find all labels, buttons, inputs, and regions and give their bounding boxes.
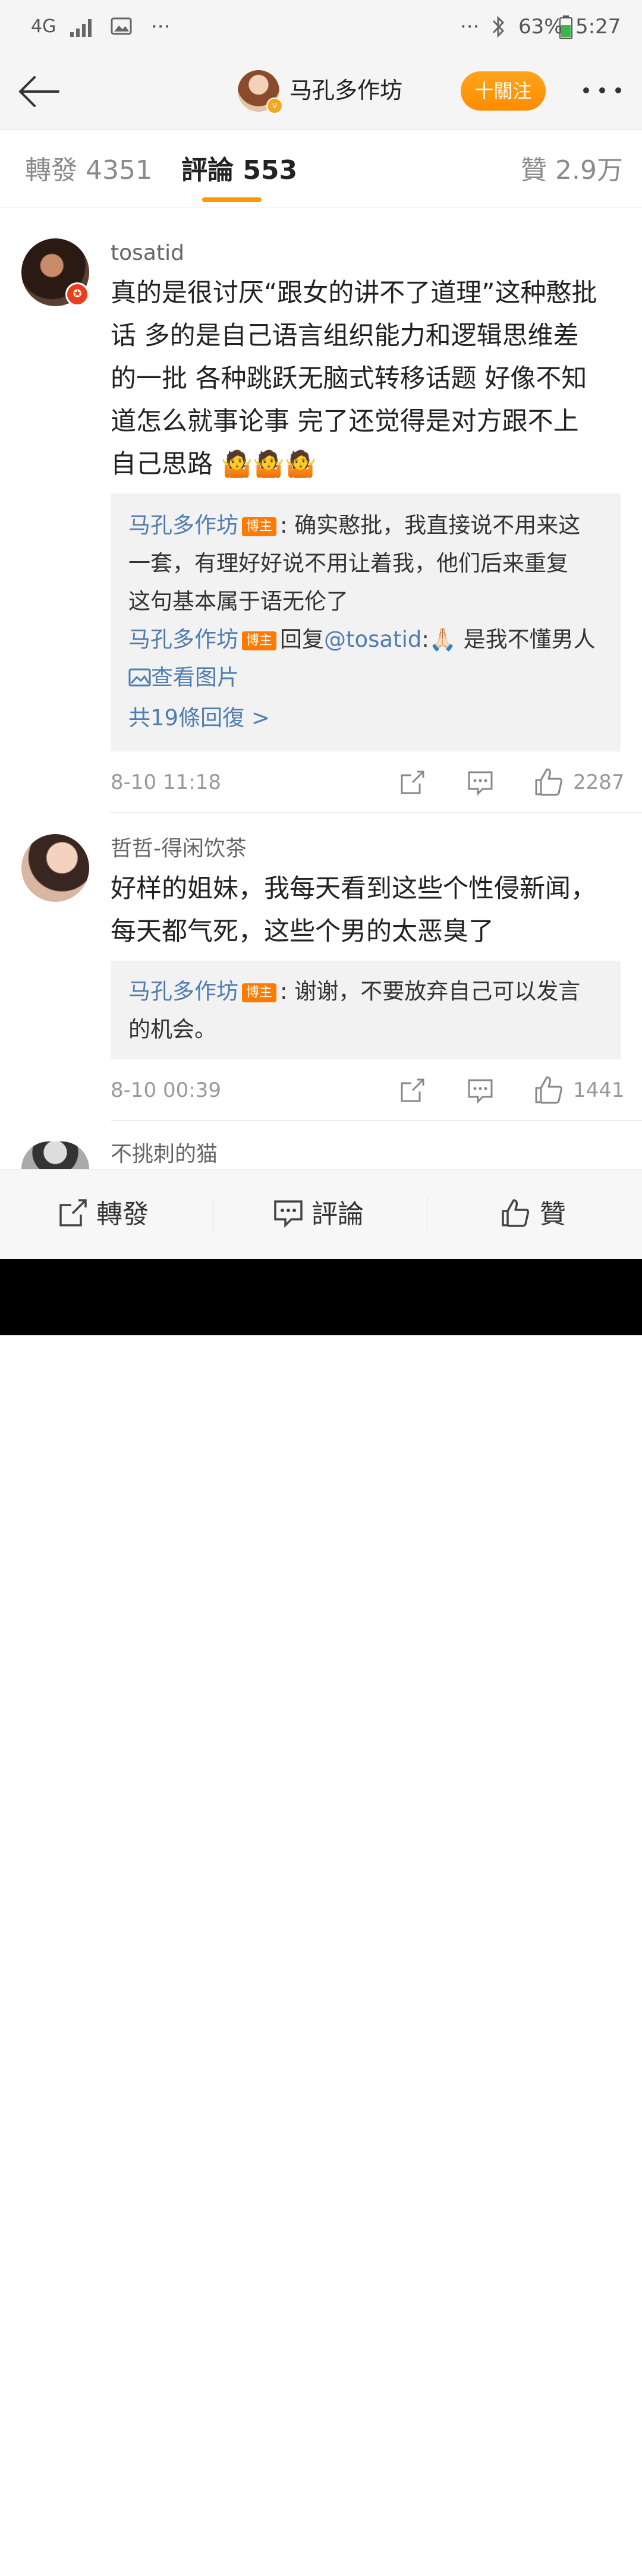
thumbs-up-icon[interactable] <box>534 767 564 797</box>
more-options-icon[interactable] <box>581 86 623 95</box>
blogger-badge: 博主 <box>242 631 277 650</box>
reply-author[interactable]: 马孔多作坊 <box>128 627 238 652</box>
comment-icon <box>274 1200 303 1228</box>
like-count: 2287 <box>573 770 625 794</box>
thumbs-up-icon <box>502 1199 530 1227</box>
like-button[interactable]: 贊 <box>501 1193 566 1236</box>
blogger-badge: 博主 <box>242 517 277 536</box>
comment-icon[interactable] <box>467 769 493 795</box>
tab-comments[interactable]: 評論 553 <box>181 154 297 187</box>
comment-icon[interactable] <box>467 1077 493 1103</box>
comment-username[interactable]: tosatid <box>111 239 184 268</box>
image-notification-icon <box>111 17 132 35</box>
more-status: ··· <box>460 15 480 39</box>
comment-username[interactable]: 不挑刺的猫 <box>111 1140 218 1169</box>
reply-author[interactable]: 马孔多作坊 <box>128 979 238 1004</box>
comment-button[interactable]: 評論 <box>273 1193 364 1236</box>
divider <box>111 1120 642 1121</box>
status-bar: 4G ··· ··· 63% 5:27 <box>0 0 642 54</box>
more-replies-link[interactable]: 共19條回復 > <box>128 699 604 737</box>
fullscreen-toggle-icon[interactable] <box>573 2537 604 2573</box>
system-nav-bar <box>0 1259 642 2572</box>
more-notifications: ··· <box>151 15 171 39</box>
signal-icon <box>70 19 92 37</box>
comment-time: 8-10 00:39 <box>111 1078 221 1102</box>
header: v 马孔多作坊 十關注 <box>0 54 642 130</box>
member-badge-icon: ✪ <box>65 282 89 306</box>
clock: 5:27 <box>575 15 621 39</box>
reply-text: 一套，有理好好说不用让着我，他们后来重复 <box>128 551 568 576</box>
reply-text: 这句基本属于语无伦了 <box>128 589 348 614</box>
battery-percent: 63% <box>518 15 564 39</box>
verified-badge-icon: v <box>266 97 283 114</box>
home-icon[interactable] <box>303 2540 339 2573</box>
back-triangle-icon[interactable] <box>163 2540 194 2573</box>
reply-box[interactable]: 马孔多作坊 博主: 确实憨批，我直接说不用来这 一套，有理好好说不用让着我，他们后… <box>111 493 621 751</box>
commenter-avatar[interactable] <box>21 834 89 902</box>
recent-apps-icon[interactable] <box>447 2542 480 2572</box>
share-icon[interactable] <box>399 1077 426 1103</box>
tab-reposts[interactable]: 轉發 4351 <box>25 154 152 187</box>
back-arrow-icon[interactable] <box>17 74 62 109</box>
reply-author[interactable]: 马孔多作坊 <box>128 512 238 538</box>
battery-icon <box>559 15 572 39</box>
network-indicator: 4G <box>31 16 56 37</box>
tab-bar: 轉發 4351 評論 553 贊 2.9万 <box>0 130 642 208</box>
share-icon[interactable] <box>399 769 426 795</box>
mention-link[interactable]: @tosatid <box>324 627 421 652</box>
view-image-link[interactable]: 查看图片 <box>128 659 604 697</box>
blogger-badge: 博主 <box>242 983 277 1002</box>
follow-button[interactable]: 十關注 <box>461 71 546 111</box>
reply-text: 的机会。 <box>128 1017 216 1042</box>
repost-icon <box>59 1199 87 1226</box>
tab-likes[interactable]: 贊 2.9万 <box>521 154 623 187</box>
active-tab-indicator <box>202 197 262 202</box>
chevron-down-icon[interactable] <box>39 2558 63 2576</box>
reply-item: 马孔多作坊 博主: 确实憨批，我直接说不用来这 <box>128 512 581 538</box>
bluetooth-icon <box>492 15 505 38</box>
picture-icon <box>128 668 151 687</box>
comment-text: 好样的姐妹，我每天看到这些个性侵新闻， 每天都气死，这些个男的太恶臭了 <box>111 874 596 946</box>
divider <box>111 812 642 813</box>
page-title[interactable]: 马孔多作坊 <box>289 75 402 106</box>
reply-item: 马孔多作坊 博主: 谢谢，不要放弃自己可以发言 <box>128 979 581 1004</box>
reply-box[interactable]: 马孔多作坊 博主: 谢谢，不要放弃自己可以发言 的机会。 <box>111 961 621 1059</box>
commenter-avatar[interactable] <box>21 1141 89 1169</box>
repost-button[interactable]: 轉發 <box>58 1193 149 1236</box>
reply-item: 马孔多作坊 博主 回复@tosatid:🙏🏻 是我不懂男人 <box>128 627 596 652</box>
comment-username[interactable]: 哲哲-得闲饮茶 <box>111 835 247 863</box>
bottom-action-bar: 轉發 評論 贊 <box>0 1169 642 1260</box>
like-count: 1441 <box>573 1078 625 1102</box>
comment-text: 真的是很讨厌“跟女的讲不了道理”这种憨批 话 多的是自己语言组织能力和逻辑思维差… <box>111 278 597 479</box>
comment-time: 8-10 11:18 <box>111 770 221 794</box>
thumbs-up-icon[interactable] <box>534 1075 564 1105</box>
